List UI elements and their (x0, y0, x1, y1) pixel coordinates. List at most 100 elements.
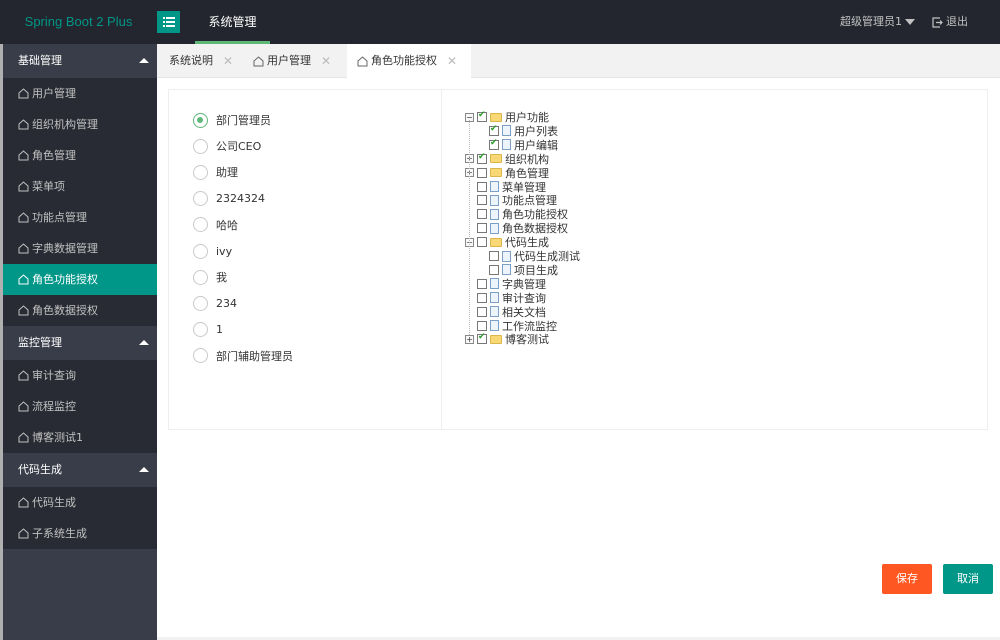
expand-icon[interactable]: + (465, 334, 474, 344)
collapse-arrow-icon (139, 467, 149, 472)
role-radio-option[interactable]: 2324324 (193, 189, 265, 209)
file-icon (490, 222, 499, 234)
role-radio-option[interactable]: 部门辅助管理员 (193, 346, 293, 366)
tree-checkbox[interactable] (489, 138, 499, 150)
sidebar-item[interactable]: 角色数据授权 (3, 295, 157, 326)
top-nav-system-management[interactable]: 系统管理 (195, 0, 270, 44)
radio-button[interactable] (193, 295, 208, 311)
role-radio-option[interactable]: 哈哈 (193, 215, 238, 235)
caret-down-icon (905, 19, 915, 25)
role-radio-option[interactable]: 助理 (193, 162, 238, 182)
tree-checkbox[interactable] (489, 124, 499, 136)
tree-checkbox[interactable] (477, 152, 487, 164)
user-menu[interactable]: 超级管理员1 (840, 0, 915, 44)
folder-icon (490, 154, 502, 164)
sidebar-item[interactable]: 博客测试1 (3, 422, 157, 453)
tree-checkbox[interactable] (477, 306, 487, 317)
radio-button[interactable] (193, 112, 208, 128)
close-icon[interactable]: ✕ (447, 44, 457, 78)
sidebar-item[interactable]: 角色管理 (3, 140, 157, 171)
logout-button[interactable]: 退出 (932, 0, 968, 44)
sidebar-item[interactable]: 角色功能授权 (3, 264, 157, 295)
tree-node[interactable]: 菜单管理 (465, 180, 546, 194)
file-icon (502, 250, 511, 262)
sidebar-item[interactable]: 子系统生成 (3, 518, 157, 549)
tree-checkbox[interactable] (477, 320, 487, 331)
radio-button[interactable] (193, 269, 208, 285)
file-icon (502, 264, 511, 276)
tree-node[interactable]: 用户编辑 (489, 138, 558, 152)
tab-user-management[interactable]: 用户管理 ✕ (253, 44, 331, 78)
radio-button[interactable] (193, 191, 208, 207)
sidebar-group-title[interactable]: 代码生成 (3, 453, 157, 487)
radio-button[interactable] (193, 217, 208, 233)
sidebar-item[interactable]: 代码生成 (3, 487, 157, 518)
app-logo[interactable]: Spring Boot 2 Plus (0, 0, 157, 44)
sidebar-item[interactable]: 字典数据管理 (3, 233, 157, 264)
role-radio-option[interactable]: 234 (193, 293, 237, 313)
radio-button[interactable] (193, 164, 208, 180)
tree-checkbox[interactable] (477, 278, 487, 289)
role-label: 哈哈 (216, 218, 238, 232)
tree-node[interactable]: 字典管理 (465, 277, 546, 291)
role-radio-option[interactable]: 1 (193, 320, 223, 340)
tree-checkbox[interactable] (477, 209, 487, 220)
tree-node[interactable]: 项目生成 (489, 263, 558, 277)
role-radio-option[interactable]: 部门管理员 (193, 110, 271, 130)
sidebar-item[interactable]: 审计查询 (3, 360, 157, 391)
function-tree: −用户功能用户列表用户编辑+组织机构+角色管理菜单管理功能点管理角色功能授权角色… (442, 90, 987, 429)
tree-checkbox[interactable] (477, 110, 487, 122)
close-icon[interactable]: ✕ (223, 44, 233, 78)
tree-node[interactable]: 角色功能授权 (465, 207, 568, 221)
tree-node[interactable]: −用户功能 (465, 110, 549, 124)
tree-node[interactable]: + 角色管理 (465, 166, 549, 180)
tree-node[interactable]: +组织机构 (465, 152, 549, 166)
tree-node[interactable]: 相关文档 (465, 305, 546, 319)
tab-role-function-auth[interactable]: 角色功能授权 ✕ (347, 44, 471, 78)
menu-toggle-button[interactable] (157, 11, 180, 33)
sidebar-group-title[interactable]: 基础管理 (3, 44, 157, 78)
close-icon[interactable]: ✕ (321, 44, 331, 78)
tree-node[interactable]: 审计查询 (465, 291, 546, 305)
tree-checkbox[interactable] (477, 223, 487, 234)
file-icon (490, 208, 499, 220)
tree-checkbox[interactable] (477, 167, 487, 178)
sidebar: 基础管理用户管理 组织机构管理 角色管理 菜单项 功能点管理 字典数据管理 角色功能授权 角色… (0, 44, 157, 640)
radio-button[interactable] (193, 243, 208, 259)
tree-node[interactable]: 代码生成测试 (489, 249, 580, 263)
radio-button[interactable] (193, 322, 208, 338)
tree-checkbox[interactable] (477, 195, 487, 206)
sidebar-item[interactable]: 菜单项 (3, 171, 157, 202)
sidebar-item[interactable]: 功能点管理 (3, 202, 157, 233)
radio-button[interactable] (193, 348, 208, 364)
tree-checkbox[interactable] (477, 292, 487, 303)
role-radio-option[interactable]: ivy (193, 241, 232, 261)
tree-checkbox[interactable] (489, 264, 499, 275)
save-button[interactable]: 保存 (882, 564, 932, 594)
sidebar-group-items: 审计查询 流程监控 博客测试1 (3, 360, 157, 453)
tree-node[interactable]: − 代码生成 (465, 235, 549, 249)
group-label: 基础管理 (18, 54, 62, 67)
tree-checkbox[interactable] (477, 237, 487, 248)
tree-node[interactable]: 角色数据授权 (465, 221, 568, 235)
tree-node[interactable]: 工作流监控 (465, 319, 557, 333)
tree-checkbox[interactable] (477, 332, 487, 345)
cancel-button[interactable]: 取消 (943, 564, 993, 594)
radio-button[interactable] (193, 138, 208, 154)
sidebar-item-label: 子系统生成 (32, 527, 87, 540)
home-icon (18, 432, 29, 443)
sidebar-group-items: 代码生成子系统生成 (3, 487, 157, 549)
role-label: 部门辅助管理员 (216, 349, 293, 363)
tree-checkbox[interactable] (477, 181, 487, 192)
role-radio-option[interactable]: 公司CEO (193, 136, 261, 156)
tree-node[interactable]: + 博客测试 (465, 332, 549, 346)
tree-node[interactable]: 用户列表 (489, 124, 558, 138)
role-radio-option[interactable]: 我 (193, 267, 227, 287)
tree-checkbox[interactable] (489, 251, 499, 261)
sidebar-item[interactable]: 组织机构管理 (3, 109, 157, 140)
tab-system-info[interactable]: 系统说明 ✕ (169, 44, 233, 78)
sidebar-group-title[interactable]: 监控管理 (3, 326, 157, 360)
sidebar-item[interactable]: 用户管理 (3, 78, 157, 109)
sidebar-item[interactable]: 流程监控 (3, 391, 157, 422)
tree-node[interactable]: 功能点管理 (465, 193, 557, 207)
